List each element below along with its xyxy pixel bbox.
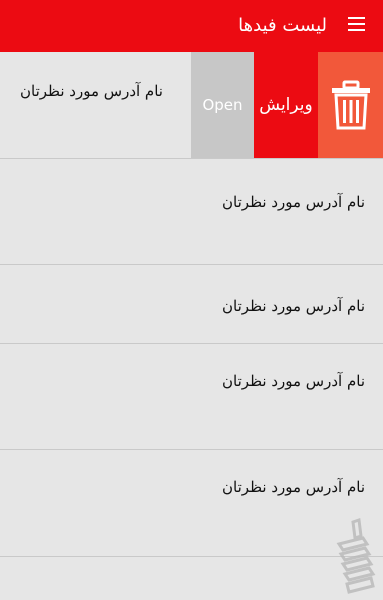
hamburger-menu-icon[interactable] — [348, 17, 365, 31]
list-item[interactable]: نام آدرس مورد نظرتان — [0, 159, 383, 265]
list-item-label: نام آدرس مورد نظرتان — [222, 193, 365, 211]
list-item-label: نام آدرس مورد نظرتان — [20, 82, 163, 100]
list-item[interactable]: نام آدرس مورد نظرتان — [0, 450, 383, 557]
app-bar: لیست فیدها — [0, 0, 383, 52]
swipe-actions: Open ویرایش — [191, 52, 383, 158]
page-title: لیست فیدها — [238, 15, 327, 36]
trash-icon — [331, 80, 370, 130]
feed-list: نام آدرس مورد نظرتان Open ویرایش نام آدر… — [0, 52, 383, 557]
delete-button[interactable] — [318, 52, 383, 158]
list-item-label: نام آدرس مورد نظرتان — [222, 372, 365, 390]
open-button[interactable]: Open — [191, 52, 254, 158]
list-item[interactable]: نام آدرس مورد نظرتان — [0, 344, 383, 450]
list-item-swiped[interactable]: نام آدرس مورد نظرتان Open ویرایش — [0, 52, 383, 159]
watermark-logo-icon — [336, 517, 376, 594]
list-item-label: نام آدرس مورد نظرتان — [222, 478, 365, 496]
list-item[interactable]: نام آدرس مورد نظرتان — [0, 265, 383, 344]
list-item-label: نام آدرس مورد نظرتان — [222, 297, 365, 315]
edit-button[interactable]: ویرایش — [254, 52, 318, 158]
